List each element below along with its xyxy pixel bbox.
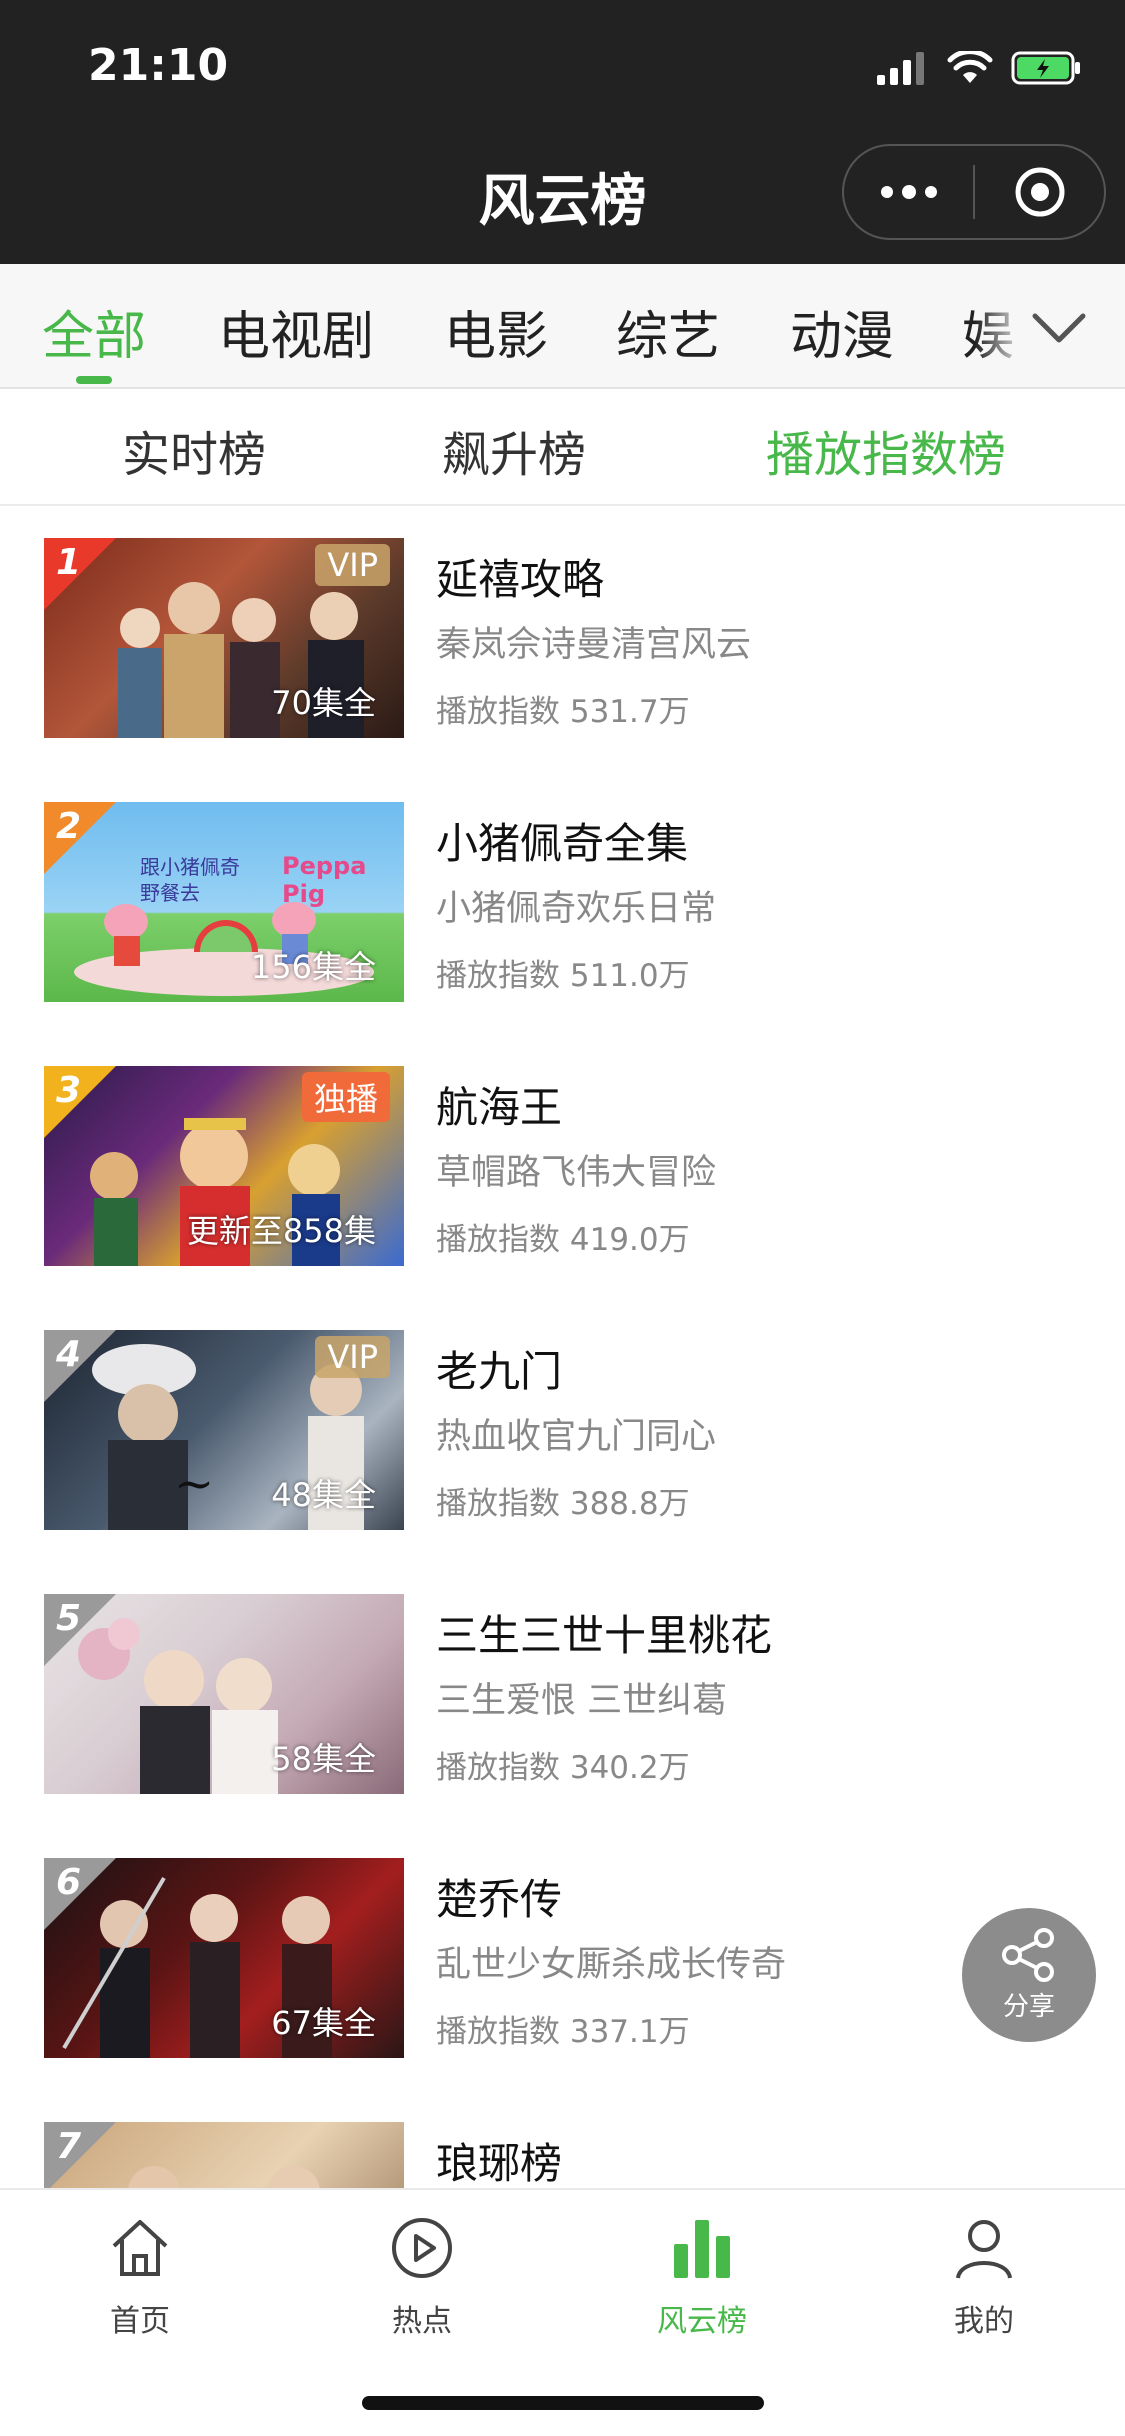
item-title: 楚乔传 (436, 1875, 563, 1924)
play-index: 播放指数 511.0万 (436, 958, 690, 994)
episode-count: 67集全 (271, 2004, 376, 2042)
rank-number: 1 (56, 542, 82, 583)
play-index: 播放指数 388.8万 (436, 1486, 690, 1522)
list-item[interactable]: 7 琅琊榜 (0, 2092, 1125, 2188)
status-time: 21:10 (88, 40, 229, 91)
item-description: 乱世少女厮杀成长传奇 (436, 1945, 787, 1985)
signal-icon (877, 52, 924, 85)
tabbar-item-ranking[interactable]: 风云榜 (602, 2214, 802, 2340)
episode-count: 48集全 (271, 1476, 376, 1514)
item-description: 草帽路飞伟大冒险 (436, 1153, 717, 1193)
item-title: 琅琊榜 (436, 2139, 563, 2188)
item-description: 三生爱恨 三世纠葛 (436, 1681, 728, 1721)
list-item[interactable]: ~ 4 VIP 48集全 老九门 热血收官九门同心 播放指数 388.8万 (0, 1300, 1125, 1564)
play-circle-icon (392, 2218, 452, 2278)
poster: ~ 4 VIP 48集全 (44, 1330, 404, 1530)
poster: 3 独播 更新至858集 (44, 1066, 404, 1266)
poster: 跟小猪佩奇 野餐去 Peppa Pig 2 156集全 (44, 802, 404, 1002)
item-description: 热血收官九门同心 (436, 1417, 717, 1457)
exclusive-badge: 独播 (301, 1072, 390, 1122)
rank-number: 6 (56, 1862, 82, 1903)
rank-number: 3 (56, 1070, 82, 1111)
list-item[interactable]: 跟小猪佩奇 野餐去 Peppa Pig 2 156集全 小猪佩奇全集 小猪佩奇欢… (0, 772, 1125, 1036)
play-index: 播放指数 340.2万 (436, 1750, 690, 1786)
person-icon (956, 2220, 1012, 2279)
list-item[interactable]: 1 VIP 70集全 延禧攻略 秦岚佘诗曼清宫风云 播放指数 531.7万 (0, 508, 1125, 772)
list-item[interactable]: 3 独播 更新至858集 航海王 草帽路飞伟大冒险 播放指数 419.0万 (0, 1036, 1125, 1300)
rank-number: 5 (56, 1598, 82, 1639)
tab-variety[interactable]: 综艺 (616, 294, 720, 369)
status-icons (877, 48, 1083, 88)
tab-all[interactable]: 全部 (42, 294, 146, 369)
tabbar-item-me[interactable]: 我的 (884, 2214, 1084, 2340)
svg-text:~: ~ (174, 1456, 214, 1512)
tab-tv-series[interactable]: 电视剧 (218, 294, 374, 369)
tabbar-label: 我的 (954, 2304, 1014, 2339)
tabbar-label: 风云榜 (657, 2304, 747, 2339)
more-button[interactable] (844, 146, 973, 238)
episode-count: 70集全 (271, 684, 376, 722)
ranking-list: 1 VIP 70集全 延禧攻略 秦岚佘诗曼清宫风云 播放指数 531.7万 跟小… (0, 508, 1125, 2188)
item-title: 三生三世十里桃花 (436, 1611, 773, 1660)
wifi-icon (947, 51, 993, 83)
top-bar: 21:10 风云榜 (0, 0, 1125, 264)
item-title: 延禧攻略 (436, 555, 605, 604)
item-title: 小猪佩奇全集 (436, 819, 689, 868)
poster-logo: Peppa Pig (282, 852, 367, 908)
category-tabs: 全部 电视剧 电影 综艺 动漫 娱 (0, 264, 1125, 389)
tab-play-index[interactable]: 播放指数榜 (766, 415, 1006, 485)
item-description: 秦岚佘诗曼清宫风云 (436, 625, 752, 665)
home-indicator (362, 2396, 764, 2410)
battery-icon (1011, 51, 1080, 85)
mini-program-capsule (842, 144, 1106, 240)
share-icon (1002, 1927, 1054, 1982)
item-title: 航海王 (436, 1083, 563, 1132)
list-item[interactable]: 6 67集全 楚乔传 乱世少女厮杀成长传奇 播放指数 337.1万 (0, 1828, 1125, 2092)
active-tab-indicator (76, 376, 112, 384)
target-close-icon (1015, 167, 1064, 217)
more-dots-icon (880, 185, 937, 199)
close-button[interactable] (975, 146, 1104, 238)
tabbar-item-hot[interactable]: 热点 (322, 2214, 522, 2340)
tabbar-label: 首页 (110, 2304, 170, 2339)
list-item[interactable]: 5 58集全 三生三世十里桃花 三生爱恨 三世纠葛 播放指数 340.2万 (0, 1564, 1125, 1828)
tab-rising[interactable]: 飙升榜 (442, 415, 586, 485)
episode-count: 58集全 (271, 1740, 376, 1778)
ranking-type-tabs: 实时榜 飙升榜 播放指数榜 (0, 389, 1125, 506)
rank-number: 4 (56, 1334, 82, 1375)
poster: 5 58集全 (44, 1594, 404, 1794)
play-index: 播放指数 531.7万 (436, 694, 690, 730)
poster: 7 (44, 2122, 404, 2188)
home-icon (112, 2220, 168, 2276)
chevron-down-icon[interactable] (1029, 308, 1089, 348)
episode-count: 156集全 (250, 948, 376, 986)
tabbar-item-home[interactable]: 首页 (40, 2214, 240, 2340)
tab-movies[interactable]: 电影 (444, 294, 548, 369)
item-title: 老九门 (436, 1347, 563, 1396)
tab-anime[interactable]: 动漫 (790, 294, 894, 369)
play-index: 播放指数 337.1万 (436, 2014, 690, 2050)
share-button[interactable]: 分享 (962, 1908, 1096, 2042)
share-label: 分享 (1002, 1991, 1055, 2022)
tab-realtime[interactable]: 实时榜 (122, 415, 266, 485)
episode-count: 更新至858集 (186, 1212, 376, 1250)
vip-badge: VIP (315, 1336, 390, 1378)
bar-chart-icon (674, 2220, 730, 2278)
rank-number: 2 (56, 806, 82, 847)
poster-caption: 跟小猪佩奇 野餐去 (140, 855, 240, 905)
tabbar-label: 热点 (392, 2304, 452, 2339)
poster: 6 67集全 (44, 1858, 404, 2058)
poster: 1 VIP 70集全 (44, 538, 404, 738)
rank-number: 7 (56, 2126, 82, 2167)
item-description: 小猪佩奇欢乐日常 (436, 889, 717, 929)
vip-badge: VIP (315, 544, 390, 586)
play-index: 播放指数 419.0万 (436, 1222, 690, 1258)
